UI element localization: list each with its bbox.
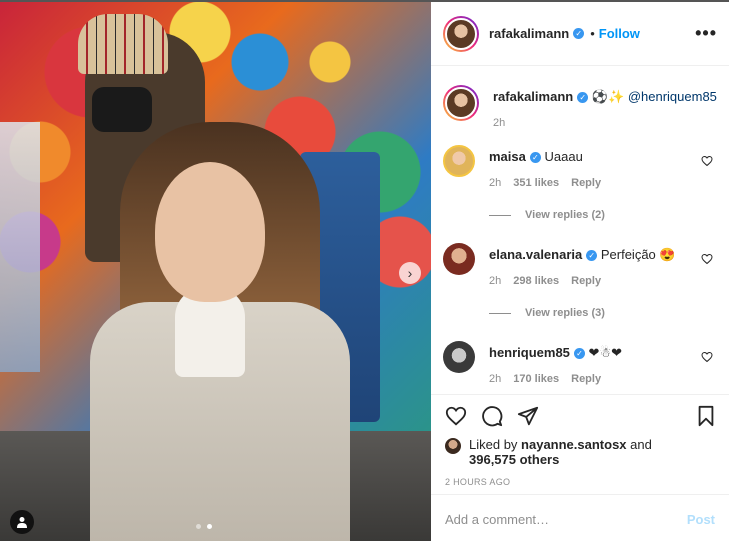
user-icon [17,517,27,528]
carousel-dots [196,524,212,529]
view-replies-label: View replies (3) [525,307,605,319]
post-timestamp[interactable]: 2 HOURS AGO [445,477,717,487]
face-mask [92,87,152,132]
carousel-dot [196,524,201,529]
comment-likes[interactable]: 298 likes [513,275,559,287]
view-replies-label: View replies (2) [525,209,605,221]
verified-badge-icon: ✓ [573,28,585,39]
comment-bubble-icon[interactable] [481,405,503,427]
caption-row: rafakalimann ✓ ⚽✨ @henriquem85 2h [443,85,717,129]
like-heart-icon[interactable] [445,405,467,427]
comment-time: 2h [489,177,502,189]
comment-text: Perfeição 😍 [600,247,676,262]
comment-avatar[interactable] [443,243,475,275]
follow-button[interactable]: Follow [599,26,640,41]
reply-button[interactable]: Reply [571,177,601,189]
model-face [155,162,265,302]
post-photo[interactable]: › [0,0,431,541]
comment-time: 2h [489,275,502,287]
comment-username[interactable]: henriquem85 [489,345,570,360]
liked-by-conj: and [630,437,652,452]
comment-row: henriquem85 ✓ ❤☃❤ 2h 170 likes Reply [443,341,717,385]
add-comment-input[interactable] [445,511,687,527]
comment-composer: Post [431,494,729,541]
header-separator: • [590,26,595,41]
chevron-right-icon: › [407,265,413,281]
comment-likes[interactable]: 170 likes [513,373,559,385]
caption-username[interactable]: rafakalimann [493,89,573,104]
caption-emoji: ⚽✨ [591,89,625,104]
comment-text: Uaaau [544,149,583,164]
reply-button[interactable]: Reply [571,373,601,385]
author-avatar[interactable] [443,15,479,52]
replies-line [489,214,511,216]
comment-row: maisa ✓ Uaaau 2h 351 likes Reply [443,145,717,189]
likes-summary: Liked by nayanne.santosx and 396,575 oth… [445,437,717,467]
like-comment-heart-icon[interactable] [701,155,713,167]
comment-avatar[interactable] [443,341,475,373]
view-replies-button[interactable]: View replies (2) [489,209,717,221]
clothes-rack-left [0,122,40,372]
more-options-icon[interactable]: ••• [695,23,717,44]
tagged-users-button[interactable] [10,510,34,534]
comment-text: ❤☃❤ [588,345,622,360]
comment-avatar[interactable] [443,145,475,177]
save-bookmark-icon[interactable] [695,405,717,427]
likes-count-link[interactable]: 396,575 others [469,452,559,467]
comment-likes[interactable]: 351 likes [513,177,559,189]
caption-avatar[interactable] [443,85,479,121]
verified-badge-icon: ✓ [529,152,541,164]
caption-time: 2h [493,117,506,129]
author-username[interactable]: rafakalimann [489,26,569,41]
like-comment-heart-icon[interactable] [701,253,713,265]
comment-username[interactable]: maisa [489,149,526,164]
bucket-hat [78,14,168,74]
replies-line [489,312,511,314]
comment-username[interactable]: elana.valenaria [489,247,582,262]
post-comment-button[interactable]: Post [687,512,715,527]
caption-mention-link[interactable]: @henriquem85 [628,89,717,104]
post-side-panel: rafakalimann ✓ • Follow ••• rafakalimann… [431,0,729,541]
liked-by-user-link[interactable]: nayanne.santosx [521,437,627,452]
view-replies-button[interactable]: View replies (3) [489,307,717,319]
like-comment-heart-icon[interactable] [701,351,713,363]
liker-avatar[interactable] [445,438,461,454]
reply-button[interactable]: Reply [571,275,601,287]
verified-badge-icon: ✓ [586,250,598,262]
carousel-next-button[interactable]: › [399,262,421,284]
comment-row: elana.valenaria ✓ Perfeição 😍 2h 298 like… [443,243,717,287]
comments-list[interactable]: rafakalimann ✓ ⚽✨ @henriquem85 2h maisa ✓ … [431,67,729,393]
verified-badge-icon: ✓ [573,348,585,360]
post-header: rafakalimann ✓ • Follow ••• [431,2,729,66]
carousel-dot-active [207,524,212,529]
comment-time: 2h [489,373,502,385]
post-actions: Liked by nayanne.santosx and 396,575 oth… [431,394,729,487]
share-paper-plane-icon[interactable] [517,405,539,427]
verified-badge-icon: ✓ [577,92,589,104]
liked-by-prefix: Liked by [469,437,518,452]
